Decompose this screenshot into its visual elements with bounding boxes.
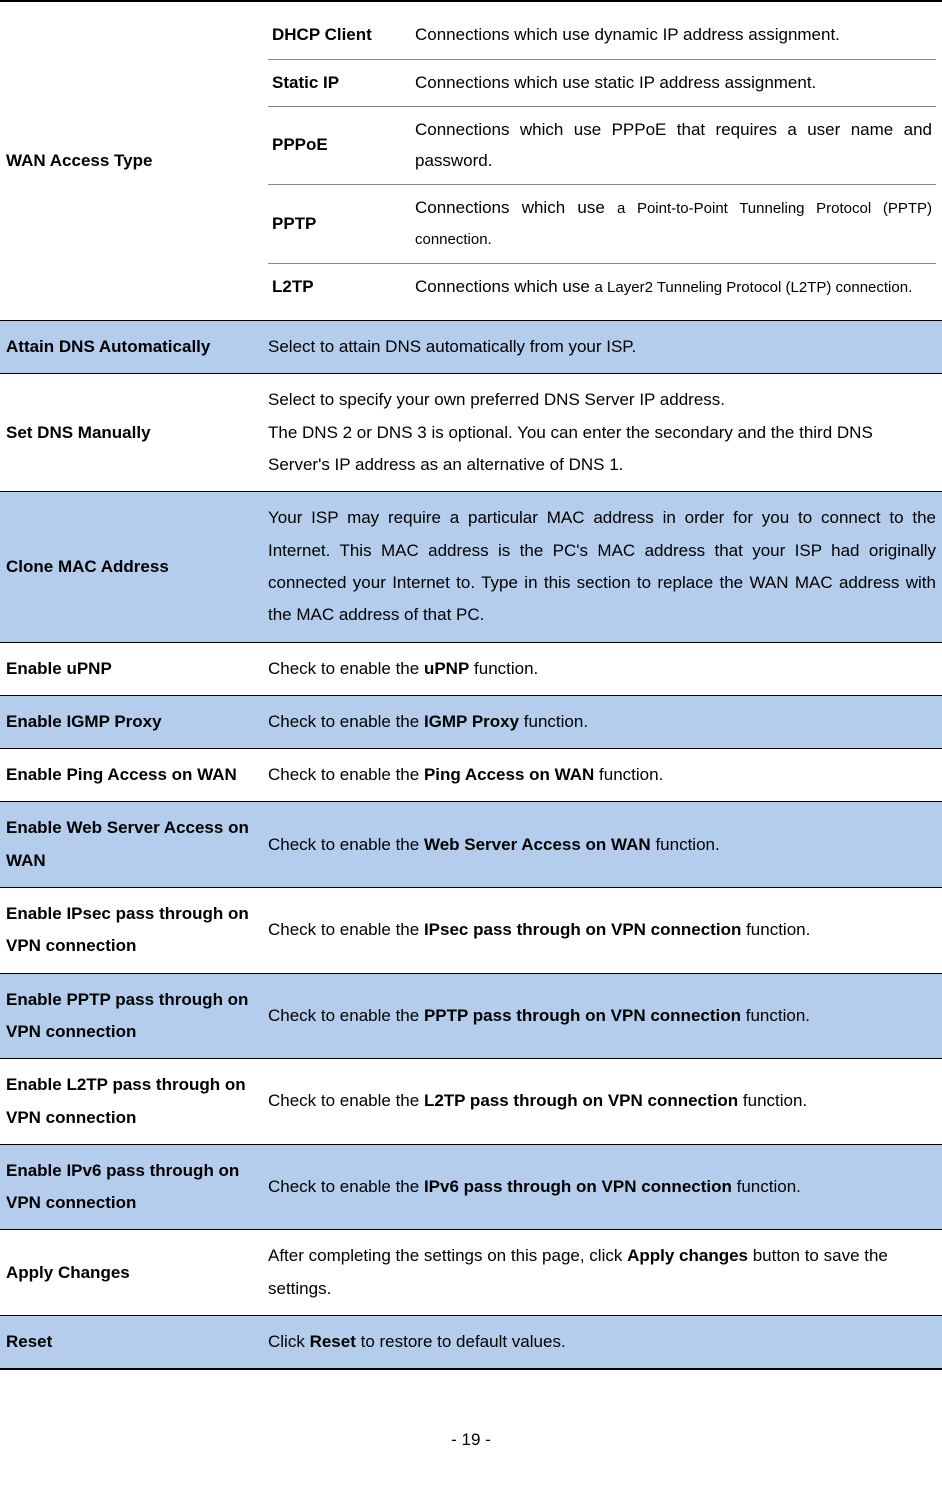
reset-label: Reset — [0, 1315, 262, 1369]
ipv6-pass-desc: Check to enable the IPv6 pass through on… — [262, 1144, 942, 1230]
l2tp-pass-label: Enable L2TP pass through on VPN connecti… — [0, 1059, 262, 1145]
ping-wan-label: Enable Ping Access on WAN — [0, 749, 262, 802]
row-attain-dns: Attain DNS Automatically Select to attai… — [0, 321, 942, 374]
row-ipv6-pass: Enable IPv6 pass through on VPN connecti… — [0, 1144, 942, 1230]
wan-access-subtable: DHCP Client Connections which use dynami… — [268, 12, 936, 310]
reset-desc: Click Reset to restore to default values… — [262, 1315, 942, 1369]
igmp-label: Enable IGMP Proxy — [0, 695, 262, 748]
ping-wan-desc: Check to enable the Ping Access on WAN f… — [262, 749, 942, 802]
set-dns-label: Set DNS Manually — [0, 374, 262, 492]
wan-row-pppoe: PPPoE Connections which use PPPoE that r… — [268, 107, 936, 185]
pptp-pass-label: Enable PPTP pass through on VPN connecti… — [0, 973, 262, 1059]
wan-l2tp-label: L2TP — [268, 263, 411, 310]
igmp-desc: Check to enable the IGMP Proxy function. — [262, 695, 942, 748]
wan-row-dhcp: DHCP Client Connections which use dynami… — [268, 12, 936, 59]
upnp-desc: Check to enable the uPNP function. — [262, 642, 942, 695]
ipsec-desc: Check to enable the IPsec pass through o… — [262, 888, 942, 974]
row-upnp: Enable uPNP Check to enable the uPNP fun… — [0, 642, 942, 695]
row-web-wan: Enable Web Server Access on WAN Check to… — [0, 802, 942, 888]
pptp-pass-desc: Check to enable the PPTP pass through on… — [262, 973, 942, 1059]
row-pptp-pass: Enable PPTP pass through on VPN connecti… — [0, 973, 942, 1059]
wan-static-label: Static IP — [268, 59, 411, 107]
row-clone-mac: Clone MAC Address Your ISP may require a… — [0, 492, 942, 642]
wan-pptp-desc: Connections which use a Point-to-Point T… — [411, 185, 936, 263]
apply-label: Apply Changes — [0, 1230, 262, 1316]
clone-mac-label: Clone MAC Address — [0, 492, 262, 642]
settings-table: WAN Access Type DHCP Client Connections … — [0, 0, 942, 1370]
web-wan-desc: Check to enable the Web Server Access on… — [262, 802, 942, 888]
set-dns-desc: Select to specify your own preferred DNS… — [262, 374, 942, 492]
row-set-dns: Set DNS Manually Select to specify your … — [0, 374, 942, 492]
attain-dns-desc: Select to attain DNS automatically from … — [262, 321, 942, 374]
wan-row-l2tp: L2TP Connections which use a Layer2 Tunn… — [268, 263, 936, 310]
ipv6-pass-label: Enable IPv6 pass through on VPN connecti… — [0, 1144, 262, 1230]
apply-desc: After completing the settings on this pa… — [262, 1230, 942, 1316]
wan-row-pptp: PPTP Connections which use a Point-to-Po… — [268, 185, 936, 263]
wan-row-static: Static IP Connections which use static I… — [268, 59, 936, 107]
row-igmp: Enable IGMP Proxy Check to enable the IG… — [0, 695, 942, 748]
clone-mac-desc: Your ISP may require a particular MAC ad… — [262, 492, 942, 642]
web-wan-label: Enable Web Server Access on WAN — [0, 802, 262, 888]
row-apply: Apply Changes After completing the setti… — [0, 1230, 942, 1316]
wan-l2tp-desc: Connections which use a Layer2 Tunneling… — [411, 263, 936, 310]
row-ipsec: Enable IPsec pass through on VPN connect… — [0, 888, 942, 974]
wan-dhcp-desc: Connections which use dynamic IP address… — [411, 12, 936, 59]
row-l2tp-pass: Enable L2TP pass through on VPN connecti… — [0, 1059, 942, 1145]
wan-static-desc: Connections which use static IP address … — [411, 59, 936, 107]
wan-pptp-label: PPTP — [268, 185, 411, 263]
ipsec-label: Enable IPsec pass through on VPN connect… — [0, 888, 262, 974]
upnp-label: Enable uPNP — [0, 642, 262, 695]
wan-pppoe-label: PPPoE — [268, 107, 411, 185]
row-reset: Reset Click Reset to restore to default … — [0, 1315, 942, 1369]
wan-pppoe-desc: Connections which use PPPoE that require… — [411, 107, 936, 185]
row-wan-access-type: WAN Access Type DHCP Client Connections … — [0, 1, 942, 321]
wan-dhcp-label: DHCP Client — [268, 12, 411, 59]
l2tp-pass-desc: Check to enable the L2TP pass through on… — [262, 1059, 942, 1145]
page-number: - 19 - — [0, 1370, 942, 1470]
wan-access-type-label: WAN Access Type — [0, 1, 262, 321]
row-ping-wan: Enable Ping Access on WAN Check to enabl… — [0, 749, 942, 802]
attain-dns-label: Attain DNS Automatically — [0, 321, 262, 374]
